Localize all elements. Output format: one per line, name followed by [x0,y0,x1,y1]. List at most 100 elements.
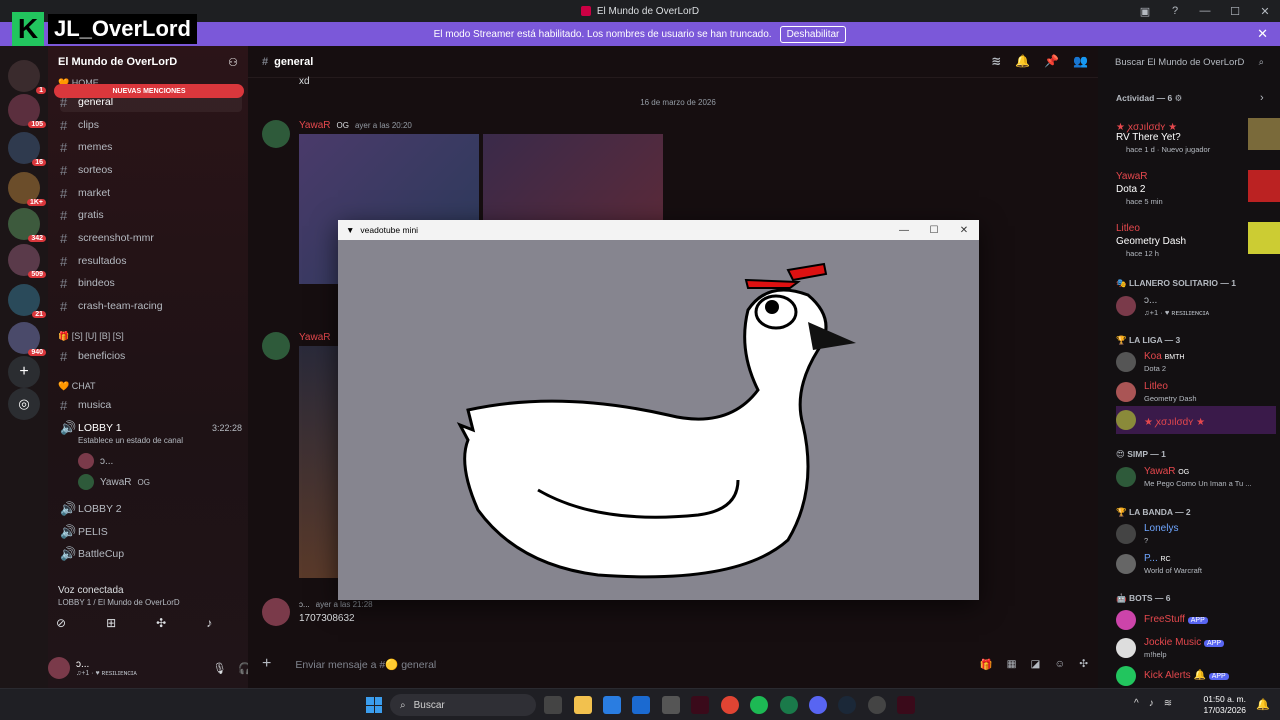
minimize-button[interactable]: — [1190,0,1220,22]
popup-close-button[interactable]: ✕ [949,220,979,240]
activity-item[interactable]: Litleo Geometry Dash hace 12 h [1116,220,1280,258]
discover-icon[interactable]: ◎ [8,388,40,420]
search-input[interactable]: Buscar El Mundo de OverLorD ⌕ [1108,52,1270,72]
channel-musica[interactable]: # musica [60,395,242,415]
help-icon[interactable]: ? [1160,0,1190,22]
app-icon[interactable] [780,696,798,714]
activity-item[interactable]: ★ ꭗσᴊılσdʏ ★ RV There Yet? hace 1 d · Nuev… [1116,116,1280,154]
start-icon[interactable] [366,697,382,713]
member-item[interactable]: FreeStuff APP [1116,606,1276,634]
popup-maximize-button[interactable]: ☐ [919,220,949,240]
message-author[interactable]: YawaR [299,120,331,131]
notification-icon[interactable]: 🔔 [1256,698,1270,711]
popup-minimize-button[interactable]: — [889,220,919,240]
invite-icon[interactable]: ⚇ [228,56,238,69]
category-chat[interactable]: 🧡 CHAT [58,381,96,392]
video-off-icon[interactable]: ⊘ [56,616,66,630]
member-item[interactable]: Koa BMTH Dota 2 [1116,348,1276,376]
channel-screenshot-mmr[interactable]: # screenshot-mmr [60,228,242,248]
avatar[interactable] [48,657,70,679]
gif-icon[interactable]: ▦ [1007,658,1017,671]
add-server-icon[interactable]: + [8,356,40,388]
chrome-icon[interactable] [721,696,739,714]
message-author[interactable]: ↄ... [299,600,310,609]
server-icon[interactable]: 1K+ [8,172,46,206]
add-attachment-icon[interactable]: + [262,655,271,673]
avatar[interactable] [262,332,290,360]
avatar[interactable] [262,120,290,148]
voice-pelis[interactable]: 🔊 PELIS [60,522,242,542]
snipping-icon[interactable] [662,696,680,714]
member-item[interactable]: Lonelys? [1116,520,1276,548]
bell-icon[interactable]: 🔔 [1015,54,1030,68]
voice-lobby1[interactable]: 🔊 LOBBY 1 3:22:28 [60,418,242,438]
volume-icon[interactable]: ♪ [1149,698,1154,709]
outlook-icon[interactable] [632,696,650,714]
activity-item[interactable]: YawaR Dota 2 hace 5 min [1116,168,1280,206]
task-view-icon[interactable] [544,696,562,714]
server-icon[interactable]: 21 [8,284,46,318]
voice-user[interactable]: ↄ... [78,453,113,469]
member-item[interactable]: Litleo Geometry Dash [1116,378,1276,406]
voice-battlecup[interactable]: 🔊 BattleCup [60,544,242,564]
mic-icon[interactable]: 🎙 [212,662,226,675]
clock[interactable]: 01:50 a. m. 17/03/2026 [1203,694,1246,716]
soundboard-icon[interactable]: ♪ [206,616,212,630]
channel-bindeos[interactable]: # bindeos [60,273,242,293]
server-icon[interactable]: 105 [8,94,46,128]
emoji-icon[interactable]: ☺ [1054,658,1065,671]
server-icon[interactable]: 1 [8,60,46,94]
message-input[interactable]: Enviar mensaje a #🟡 general [295,658,436,671]
close-button[interactable]: ✕ [1250,0,1280,22]
channel-crash-team-racing[interactable]: # crash-team-racing [60,296,242,316]
inbox-icon[interactable]: ▣ [1130,0,1160,22]
channel-market[interactable]: # market [60,183,242,203]
wifi-icon[interactable]: ≋ [1164,698,1172,709]
member-item[interactable]: Jockie Music APP m!help [1116,634,1276,662]
taskbar-search[interactable]: ⌕ Buscar [390,694,536,716]
server-icon[interactable]: 509 [8,244,46,278]
member-item[interactable]: ★ ꭗσᴊılσdʏ ★ [1116,406,1276,434]
close-banner-icon[interactable]: ✕ [1257,26,1268,42]
guild-header[interactable]: El Mundo de OverLorD ⚇ [48,46,248,78]
app-icon[interactable] [691,696,709,714]
avatar[interactable] [262,598,290,626]
chevron-right-icon[interactable]: › [1260,92,1264,104]
server-icon[interactable]: 342 [8,208,46,242]
channel-resultados[interactable]: # resultados [60,251,242,271]
activities-icon[interactable]: ✣ [156,616,166,630]
threads-icon[interactable]: ≋ [991,54,1001,68]
store-icon[interactable] [603,696,621,714]
apps-icon[interactable]: ✣ [1079,658,1088,671]
member-item[interactable]: YawaR OG Me Pego Como Un Iman a Tu ... [1116,463,1276,491]
channel-memes[interactable]: # memes [60,137,242,157]
steam-icon[interactable] [838,696,856,714]
spotify-icon[interactable] [750,696,768,714]
members-icon[interactable]: 👥 [1073,54,1088,68]
maximize-button[interactable]: ☐ [1220,0,1250,22]
gift-icon[interactable]: 🎁 [980,658,993,671]
channel-clips[interactable]: # clips [60,115,242,135]
pin-icon[interactable]: 📌 [1044,54,1059,68]
message-author[interactable]: YawaR [299,332,331,343]
explorer-icon[interactable] [574,696,592,714]
new-mentions-pill[interactable]: NUEVAS MENCIONES [54,84,244,98]
member-item[interactable]: P... RC World of Warcraft [1116,550,1276,578]
server-icon[interactable]: 16 [8,132,46,166]
voice-connected-sub[interactable]: LOBBY 1 / El Mundo de OverLorD [58,598,180,607]
member-item[interactable]: Kick Alerts 🔔 APP [1116,662,1276,688]
channel-status[interactable]: Establece un estado de canal [78,436,183,445]
veadotube-icon[interactable] [897,696,915,714]
chevron-up-icon[interactable]: ^ [1134,698,1139,709]
obs-icon[interactable] [868,696,886,714]
channel-sorteos[interactable]: # sorteos [60,160,242,180]
channel-gratis[interactable]: # gratis [60,205,242,225]
voice-lobby2[interactable]: 🔊 LOBBY 2 [60,499,242,519]
disable-streamer-button[interactable]: Deshabilitar [779,25,847,43]
member-item[interactable]: ↄ... ♫+1 · ♥ ʀᴇsɪʟɪᴇɴᴄɪᴀ [1116,292,1276,320]
message-image[interactable] [299,346,339,578]
server-icon[interactable]: 940 [8,322,46,356]
sticker-icon[interactable]: ◪ [1031,658,1041,671]
voice-user[interactable]: YawaR OG [78,474,150,490]
channel-beneficios[interactable]: # beneficios [60,346,242,366]
